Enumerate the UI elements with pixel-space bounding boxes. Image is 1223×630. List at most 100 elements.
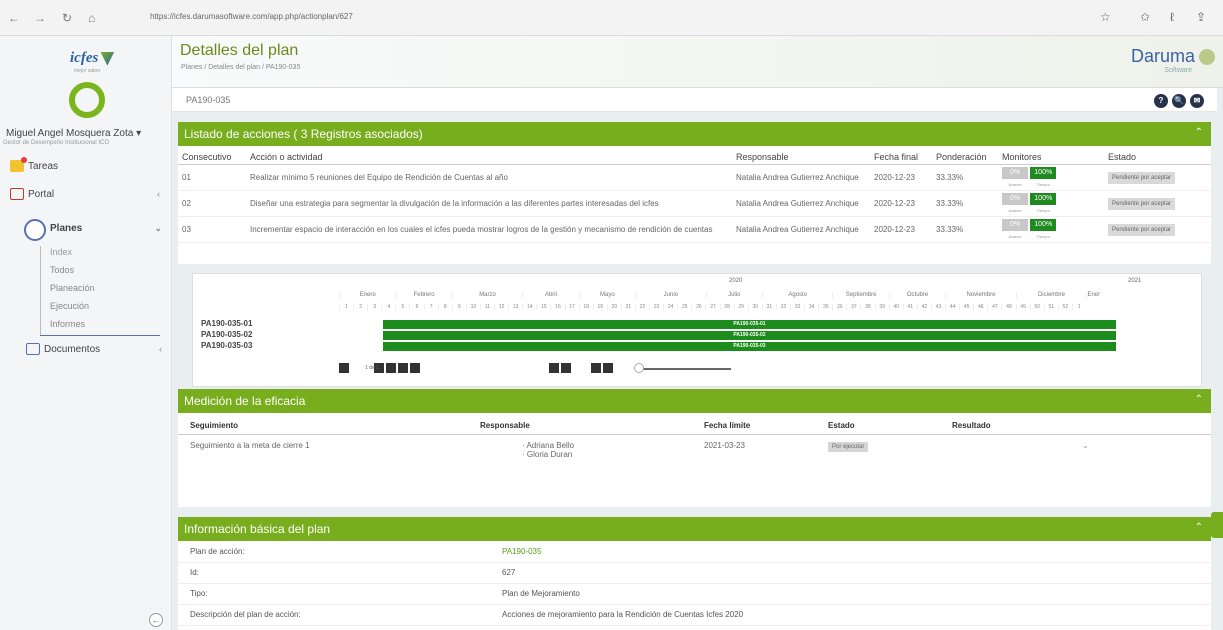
info-panel-header[interactable]: Información básica del plan ⌃ [178,517,1211,541]
avatar[interactable] [69,82,105,118]
sidebar-item-planes[interactable]: Planes ⌄ [50,223,162,234]
gantt-month: Diciembre [1015,292,1087,298]
favorite-icon[interactable]: ☆ [1100,10,1111,24]
monitor-label: Tiempo [1036,234,1050,239]
favorites-list-icon[interactable]: ✩ [1140,10,1150,24]
zoom-out-button[interactable] [398,363,408,373]
ponderacion-cell: 33.33% [932,216,998,243]
sidebar-item-label: Portal [28,188,55,200]
back-icon[interactable]: ← [8,11,20,25]
user-name[interactable]: Miguel Angel Mosquera Zota ▾ [6,128,141,139]
step-left-button[interactable] [549,363,559,373]
sidebar-item-documentos[interactable]: Documentos ‹ [26,343,162,355]
gantt-month: Marzo [451,292,523,298]
sidebar-subitem-planeacion[interactable]: Planeación [50,283,95,293]
sidebar-subitem-ejecucion[interactable]: Ejecución [50,301,89,311]
gantt-year-2020: 2020 [729,278,743,284]
consecutivo-cell[interactable]: 02 [178,190,246,217]
table-row[interactable]: 01 Realizar mínimo 5 reuniones del Equipo… [178,164,1211,191]
help-button[interactable]: ? [1154,94,1168,108]
url-bar[interactable]: https://icfes.darumasoftware.com/app.php… [150,12,353,21]
info-value[interactable]: PA190-035 [490,541,1211,563]
refresh-icon[interactable]: ↻ [62,11,72,25]
fecha-cell: 2021-03-23 [704,441,745,450]
gantt-bar[interactable]: PA190-035-01 [383,320,1116,329]
gantt-week: 16 [550,304,564,310]
table-row: Id: 627 [178,562,1211,584]
chevron-down-icon[interactable]: ⌄ [952,441,1089,450]
gantt-week: 36 [832,304,846,310]
step-right-button[interactable] [561,363,571,373]
col-resultado: Resultado [940,413,1211,435]
plans-icon [24,219,46,241]
scroll-right-button[interactable] [603,363,613,373]
chevron-up-icon[interactable]: ⌃ [1195,127,1203,138]
gantt-week: 22 [634,304,649,310]
accion-cell[interactable]: Incrementar espacio de interacción en lo… [246,216,732,243]
zoom-slider-handle[interactable] [634,363,644,373]
col-fecha: Fecha final [870,146,932,165]
table-row[interactable]: Seguimiento a la meta de cierre 1 · Adri… [178,435,1211,466]
info-value: 627 [490,562,1211,584]
browser-toolbar: ← → ↻ ⌂ https://icfes.darumasoftware.com… [0,0,1223,36]
info-panel-title: Información básica del plan [184,522,331,536]
daruma-logo-icon [1199,49,1215,65]
gantt-week: 51 [1043,304,1058,310]
zoom-slider[interactable] [639,368,731,370]
logo-text: icfes [70,50,99,66]
consecutivo-cell[interactable]: 03 [178,216,246,243]
scroll-left-button[interactable] [591,363,601,373]
col-responsable: Responsable [468,413,692,435]
actions-table: Consecutivo Acción o actividad Responsab… [178,146,1211,243]
first-page-button[interactable] [339,363,349,373]
consecutivo-cell[interactable]: 01 [178,164,246,191]
share-icon[interactable]: ⇪ [1196,10,1206,24]
gantt-week: 28 [719,304,734,310]
table-row[interactable]: 02 Diseñar una estrategia para segmentar … [178,190,1211,217]
responsable-cell: Natalia Andrea Gutierrez Anchique [732,190,870,217]
monitor-label: Tiempo [1036,208,1050,213]
sidebar: icfes mejor saber Miguel Angel Mosquera … [0,36,172,630]
gantt-month: Ener [1086,292,1101,298]
sidebar-subitem-informes[interactable]: Informes [50,319,85,329]
gantt-bar[interactable]: PA190-035-03 [383,342,1116,351]
avance-monitor: 0% [1002,167,1028,179]
gantt-week: 21 [620,304,635,310]
pen-icon[interactable]: ℓ [1170,10,1174,24]
zoom-in-button[interactable] [386,363,396,373]
responsable-item: · Gloria Duran [522,450,573,459]
table-row[interactable]: 03 Incrementar espacio de interacción en … [178,216,1211,243]
estado-cell: Pendiente por aceptar [1104,164,1211,191]
accion-cell[interactable]: Realizar mínimo 5 reuniones del Equipo d… [246,164,732,191]
chevron-up-icon[interactable]: ⌃ [1195,394,1203,405]
breadcrumb[interactable]: Planes / Detalles del plan / PA190-035 [181,64,300,71]
info-label: Descripción del plan de acción: [178,604,490,626]
pan-button[interactable] [410,363,420,373]
eficacia-panel-header[interactable]: Medición de la eficacia ⌃ [178,389,1211,413]
message-button[interactable]: ✉ [1190,94,1204,108]
fecha-cell: 2020-12-23 [870,190,932,217]
gantt-week: 1 [1071,304,1086,310]
home-icon[interactable]: ⌂ [88,11,95,25]
collapse-sidebar-icon[interactable]: ← [149,613,163,627]
actions-panel-header[interactable]: Listado de acciones ( 3 Registros asocia… [178,122,1211,146]
gantt-week: 20 [606,304,621,310]
eficacia-table: Seguimiento Responsable Fecha límite Est… [178,413,1211,465]
forward-icon[interactable]: → [34,11,46,25]
gantt-bar[interactable]: PA190-035-02 [383,331,1116,340]
sidebar-subitem-index[interactable]: Index [50,247,72,257]
sidebar-subitem-todos[interactable]: Todos [50,265,74,275]
sidebar-item-tareas[interactable]: Tareas [10,157,58,172]
chevron-left-icon: ‹ [157,189,160,199]
eficacia-panel-title: Medición de la eficacia [184,394,306,408]
gantt-week: 24 [663,304,677,310]
side-panel-tab[interactable] [1211,512,1223,538]
responsable-cell: Natalia Andrea Gutierrez Anchique [732,216,870,243]
sidebar-item-portal[interactable]: Portal ‹ [10,188,160,200]
chevron-up-icon[interactable]: ⌃ [1195,522,1203,533]
status-badge: Por ejecutar [828,442,869,452]
info-label: Id: [178,562,490,584]
search-button[interactable]: 🔍 [1172,94,1186,108]
accion-cell[interactable]: Diseñar una estrategia para segmentar la… [246,190,732,217]
resultado-cell[interactable]: ⌄ [940,435,1211,466]
